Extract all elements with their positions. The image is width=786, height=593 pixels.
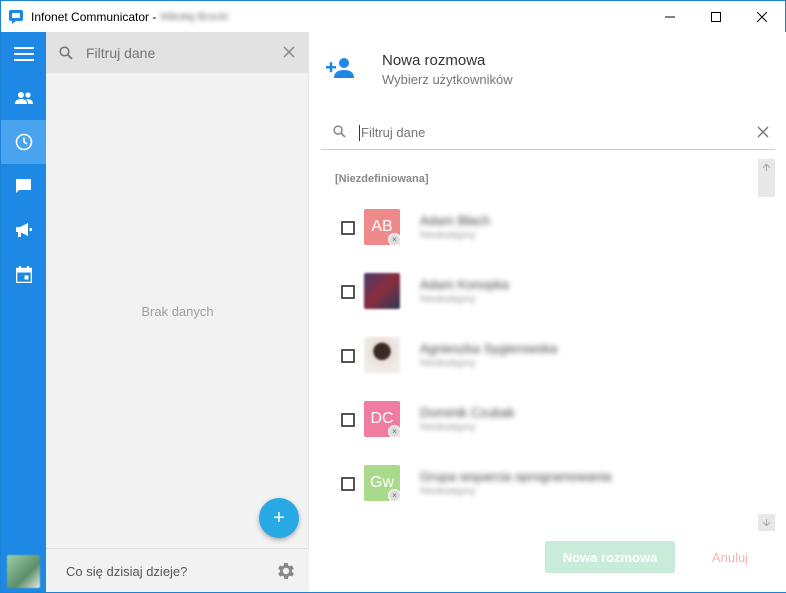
search-icon: [59, 45, 73, 60]
offline-status-icon: ×: [388, 425, 401, 438]
status-input[interactable]: Co się dzisiaj dzieje?: [66, 564, 187, 579]
calendar-icon: [15, 265, 32, 283]
select-checkbox[interactable]: [341, 349, 355, 363]
new-conversation-title: Nowa rozmowa: [382, 52, 486, 69]
minimize-button[interactable]: [647, 1, 693, 32]
add-conversation-button[interactable]: +: [259, 498, 299, 538]
user-row[interactable]: Adam Konopka Niedostępny: [321, 261, 758, 325]
cancel-button[interactable]: Anuluj: [695, 541, 765, 573]
search-icon: [333, 125, 346, 138]
rail-announcements-button[interactable]: [1, 208, 46, 252]
offline-status-icon: ×: [388, 489, 401, 502]
rail-contacts-button[interactable]: [1, 76, 46, 120]
maximize-button[interactable]: [693, 1, 739, 32]
empty-state-text: Brak danych: [141, 304, 214, 319]
window-title-user: Mikołaj Brocki: [160, 10, 229, 23]
rail-chat-button[interactable]: [1, 164, 46, 208]
conversations-search-input[interactable]: Filtruj dane: [86, 45, 155, 61]
avatar: [364, 273, 400, 309]
conversations-panel: Filtruj dane Brak danych + Co się dzisia…: [46, 32, 309, 592]
select-checkbox[interactable]: [341, 477, 355, 491]
window-title: Infonet Communicator -: [31, 9, 157, 24]
user-status: Niedostępny: [420, 422, 476, 433]
megaphone-icon: [15, 223, 32, 237]
offline-status-icon: ×: [388, 233, 401, 246]
menu-icon: [13, 47, 34, 61]
rail-recent-button[interactable]: [1, 120, 46, 164]
user-row[interactable]: AB × Adam Błach Niedostępny: [321, 197, 758, 261]
select-checkbox[interactable]: [341, 413, 355, 427]
user-status: Niedostępny: [420, 358, 476, 369]
user-search-bar[interactable]: Filtruj dane: [321, 116, 775, 150]
user-name: Agnieszka Sygierowska: [420, 341, 558, 356]
clock-icon: [15, 133, 32, 151]
select-checkbox[interactable]: [341, 285, 355, 299]
nav-rail: [1, 32, 46, 592]
user-search-input[interactable]: Filtruj dane: [361, 125, 425, 140]
current-user-avatar[interactable]: [7, 555, 40, 588]
clear-search-icon[interactable]: [757, 126, 769, 138]
add-person-icon: [326, 58, 354, 78]
title-bar: Infonet Communicator - Mikołaj Brocki: [1, 1, 785, 32]
clear-search-icon[interactable]: [282, 45, 296, 59]
rail-calendar-button[interactable]: [1, 252, 46, 296]
user-list: [Niezdefiniowana] AB × Adam Błach Niedos…: [321, 159, 758, 531]
scroll-up-arrow-icon[interactable]: [758, 159, 775, 176]
new-conversation-panel: Nowa rozmowa Wybierz użytkowników Filtru…: [310, 32, 786, 592]
app-window: Infonet Communicator - Mikołaj Brocki Fi…: [0, 0, 786, 593]
scroll-down-arrow-icon[interactable]: [758, 514, 775, 531]
app-logo-icon: [9, 9, 25, 25]
user-row[interactable]: Gw × Grupa wsparcia oprogramowania Niedo…: [321, 453, 758, 517]
contacts-icon: [14, 92, 33, 104]
user-status: Niedostępny: [420, 294, 476, 305]
conversations-search-bar[interactable]: Filtruj dane: [46, 32, 309, 73]
user-name: Adam Błach: [420, 213, 491, 228]
user-name: Adam Konopka: [420, 277, 509, 292]
chat-icon: [16, 178, 31, 193]
new-conversation-subtitle: Wybierz użytkowników: [382, 72, 513, 87]
user-name: Dominik Czubak: [420, 405, 515, 420]
user-row[interactable]: Agnieszka Sygierowska Niedostępny: [321, 325, 758, 389]
user-name: Grupa wsparcia oprogramowania: [420, 469, 612, 484]
close-button[interactable]: [739, 1, 785, 32]
user-list-scrollbar[interactable]: [758, 159, 775, 531]
user-status: Niedostępny: [420, 486, 476, 497]
status-bar: Co się dzisiaj dzieje?: [46, 548, 309, 592]
user-status: Niedostępny: [420, 230, 476, 241]
avatar: [364, 337, 400, 373]
text-cursor: [359, 125, 360, 141]
select-checkbox[interactable]: [341, 221, 355, 235]
user-row[interactable]: DC × Dominik Czubak Niedostępny: [321, 389, 758, 453]
gear-icon[interactable]: [275, 560, 297, 582]
group-label: [Niezdefiniowana]: [335, 173, 429, 185]
rail-menu-button[interactable]: [1, 32, 46, 76]
new-conversation-button[interactable]: Nowa rozmowa: [545, 541, 675, 573]
